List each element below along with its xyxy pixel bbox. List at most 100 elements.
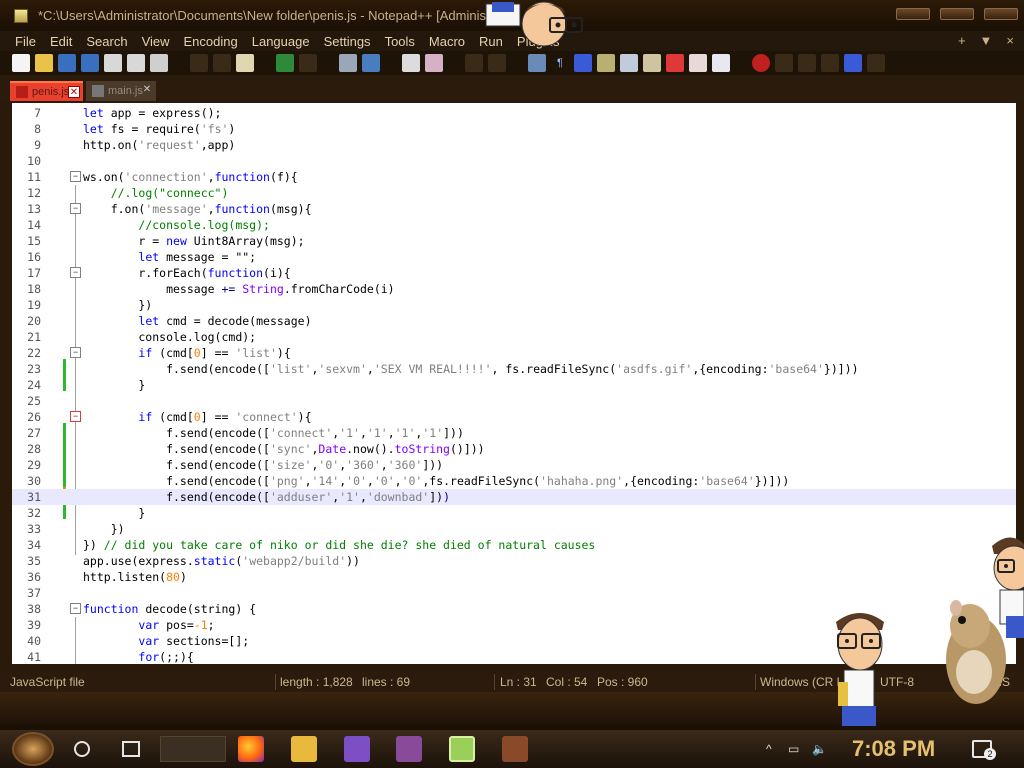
taskbar-clock[interactable]: 7:08 PM xyxy=(852,736,935,762)
line-number[interactable]: 12 xyxy=(12,185,41,201)
code-line[interactable]: 21 console.log(cmd); xyxy=(12,329,1016,345)
line-number[interactable]: 28 xyxy=(12,441,41,457)
open-file-icon[interactable] xyxy=(35,54,53,72)
menu-settings[interactable]: Settings xyxy=(324,34,371,49)
line-number[interactable]: 41 xyxy=(12,649,41,664)
menu-search[interactable]: Search xyxy=(86,34,127,49)
code-line[interactable]: 16 let message = ""; xyxy=(12,249,1016,265)
game-app-icon[interactable] xyxy=(396,736,422,762)
play-multiple-icon[interactable] xyxy=(821,54,839,72)
doc-map-icon[interactable] xyxy=(620,54,638,72)
network-icon[interactable]: ▭ xyxy=(788,742,799,756)
fold-toggle-icon[interactable]: − xyxy=(70,603,81,614)
show-hidden-icons-chevron-icon[interactable]: ^ xyxy=(766,742,772,756)
code-line[interactable]: 12 //.log("connecc") xyxy=(12,185,1016,201)
code-line[interactable]: 30 f.send(encode(['png','14','0','0','0'… xyxy=(12,473,1016,489)
code-line[interactable]: 14 //console.log(msg); xyxy=(12,217,1016,233)
fold-toggle-icon[interactable]: − xyxy=(70,171,81,182)
monitoring-icon[interactable] xyxy=(689,54,707,72)
minimize-button[interactable] xyxy=(896,8,930,20)
code-line[interactable]: 23 f.send(encode(['list','sexvm','SEX VM… xyxy=(12,361,1016,377)
line-number[interactable]: 26 xyxy=(12,409,41,425)
line-number[interactable]: 20 xyxy=(12,313,41,329)
menu-encoding[interactable]: Encoding xyxy=(184,34,238,49)
close-file-icon[interactable] xyxy=(104,54,122,72)
run-icon[interactable] xyxy=(867,54,885,72)
tab-main-js[interactable]: main.js ✕ xyxy=(86,81,156,101)
function-list-icon[interactable] xyxy=(643,54,661,72)
code-line[interactable]: 32 } xyxy=(12,505,1016,521)
line-number[interactable]: 30 xyxy=(12,473,41,489)
line-number[interactable]: 33 xyxy=(12,521,41,537)
code-line[interactable]: 24 } xyxy=(12,377,1016,393)
code-line[interactable]: 25 xyxy=(12,393,1016,409)
folder-workspace-icon[interactable] xyxy=(666,54,684,72)
play-macro-icon[interactable] xyxy=(798,54,816,72)
new-file-icon[interactable] xyxy=(12,54,30,72)
code-editor[interactable]: 7 let app = express(); 8 let fs = require('… xyxy=(12,103,1016,664)
line-number[interactable]: 36 xyxy=(12,569,41,585)
volume-icon[interactable]: 🔈 xyxy=(812,742,827,756)
menu-edit[interactable]: Edit xyxy=(50,34,72,49)
line-number[interactable]: 29 xyxy=(12,457,41,473)
code-line[interactable]: 28 f.send(encode(['sync',Date.now().toSt… xyxy=(12,441,1016,457)
code-line[interactable]: 33 }) xyxy=(12,521,1016,537)
close-button[interactable] xyxy=(984,8,1018,20)
code-line[interactable]: 11 ws.on('connection',function(f){ xyxy=(12,169,1016,185)
menu-file[interactable]: File xyxy=(15,34,36,49)
line-number[interactable]: 32 xyxy=(12,505,41,521)
menu-language[interactable]: Language xyxy=(252,34,310,49)
eye-icon[interactable] xyxy=(712,54,730,72)
cortana-icon[interactable] xyxy=(74,741,90,757)
save-all-icon[interactable] xyxy=(81,54,99,72)
close-all-icon[interactable] xyxy=(127,54,145,72)
start-button[interactable] xyxy=(12,732,54,766)
line-number[interactable]: 14 xyxy=(12,217,41,233)
code-line[interactable]: 20 let cmd = decode(message) xyxy=(12,313,1016,329)
menu-tools[interactable]: Tools xyxy=(385,34,415,49)
line-number[interactable]: 37 xyxy=(12,585,41,601)
cut-icon[interactable] xyxy=(190,54,208,72)
save-icon[interactable] xyxy=(58,54,76,72)
close-tab-button[interactable]: ✕ xyxy=(141,84,153,96)
file-explorer-icon[interactable] xyxy=(291,736,317,762)
code-line[interactable]: 8 let fs = require('fs') xyxy=(12,121,1016,137)
code-line[interactable]: 36 http.listen(80) xyxy=(12,569,1016,585)
code-line[interactable]: 37 xyxy=(12,585,1016,601)
code-line[interactable]: 26 if (cmd[0] == 'connect'){ xyxy=(12,409,1016,425)
line-number[interactable]: 8 xyxy=(12,121,41,137)
redo-icon[interactable] xyxy=(299,54,317,72)
code-line[interactable]: 27 f.send(encode(['connect','1','1','1',… xyxy=(12,425,1016,441)
notepad-plus-plus-taskbar-icon[interactable] xyxy=(449,736,475,762)
line-number[interactable]: 31 xyxy=(12,489,41,505)
close-doc-button[interactable]: × xyxy=(1006,33,1014,48)
line-number[interactable]: 34 xyxy=(12,537,41,553)
line-number[interactable]: 23 xyxy=(12,361,41,377)
visual-studio-icon[interactable] xyxy=(344,736,370,762)
stop-macro-icon[interactable] xyxy=(775,54,793,72)
code-line[interactable]: 10 xyxy=(12,153,1016,169)
code-line[interactable]: 31 f.send(encode(['adduser','1','downbad… xyxy=(12,489,1016,505)
code-line[interactable]: 35 app.use(express.static('webapp2/build'… xyxy=(12,553,1016,569)
line-number[interactable]: 9 xyxy=(12,137,41,153)
code-line[interactable]: 9 http.on('request',app) xyxy=(12,137,1016,153)
firefox-icon[interactable] xyxy=(238,736,264,762)
line-number[interactable]: 22 xyxy=(12,345,41,361)
app-taskbar-icon[interactable] xyxy=(502,736,528,762)
menu-macro[interactable]: Macro xyxy=(429,34,465,49)
line-number[interactable]: 35 xyxy=(12,553,41,569)
tab-penis-js[interactable]: penis.js ✕ xyxy=(10,81,83,101)
line-number[interactable]: 11 xyxy=(12,169,41,185)
paste-icon[interactable] xyxy=(236,54,254,72)
undo-icon[interactable] xyxy=(276,54,294,72)
fold-toggle-icon[interactable]: − xyxy=(70,203,81,214)
code-line[interactable]: 15 r = new Uint8Array(msg); xyxy=(12,233,1016,249)
close-tab-button[interactable]: ✕ xyxy=(68,86,80,98)
maximize-button[interactable] xyxy=(940,8,974,20)
line-number[interactable]: 38 xyxy=(12,601,41,617)
line-number[interactable]: 17 xyxy=(12,265,41,281)
line-number[interactable]: 10 xyxy=(12,153,41,169)
task-view-icon[interactable] xyxy=(122,741,140,757)
fold-toggle-icon[interactable]: − xyxy=(70,347,81,358)
line-number[interactable]: 19 xyxy=(12,297,41,313)
